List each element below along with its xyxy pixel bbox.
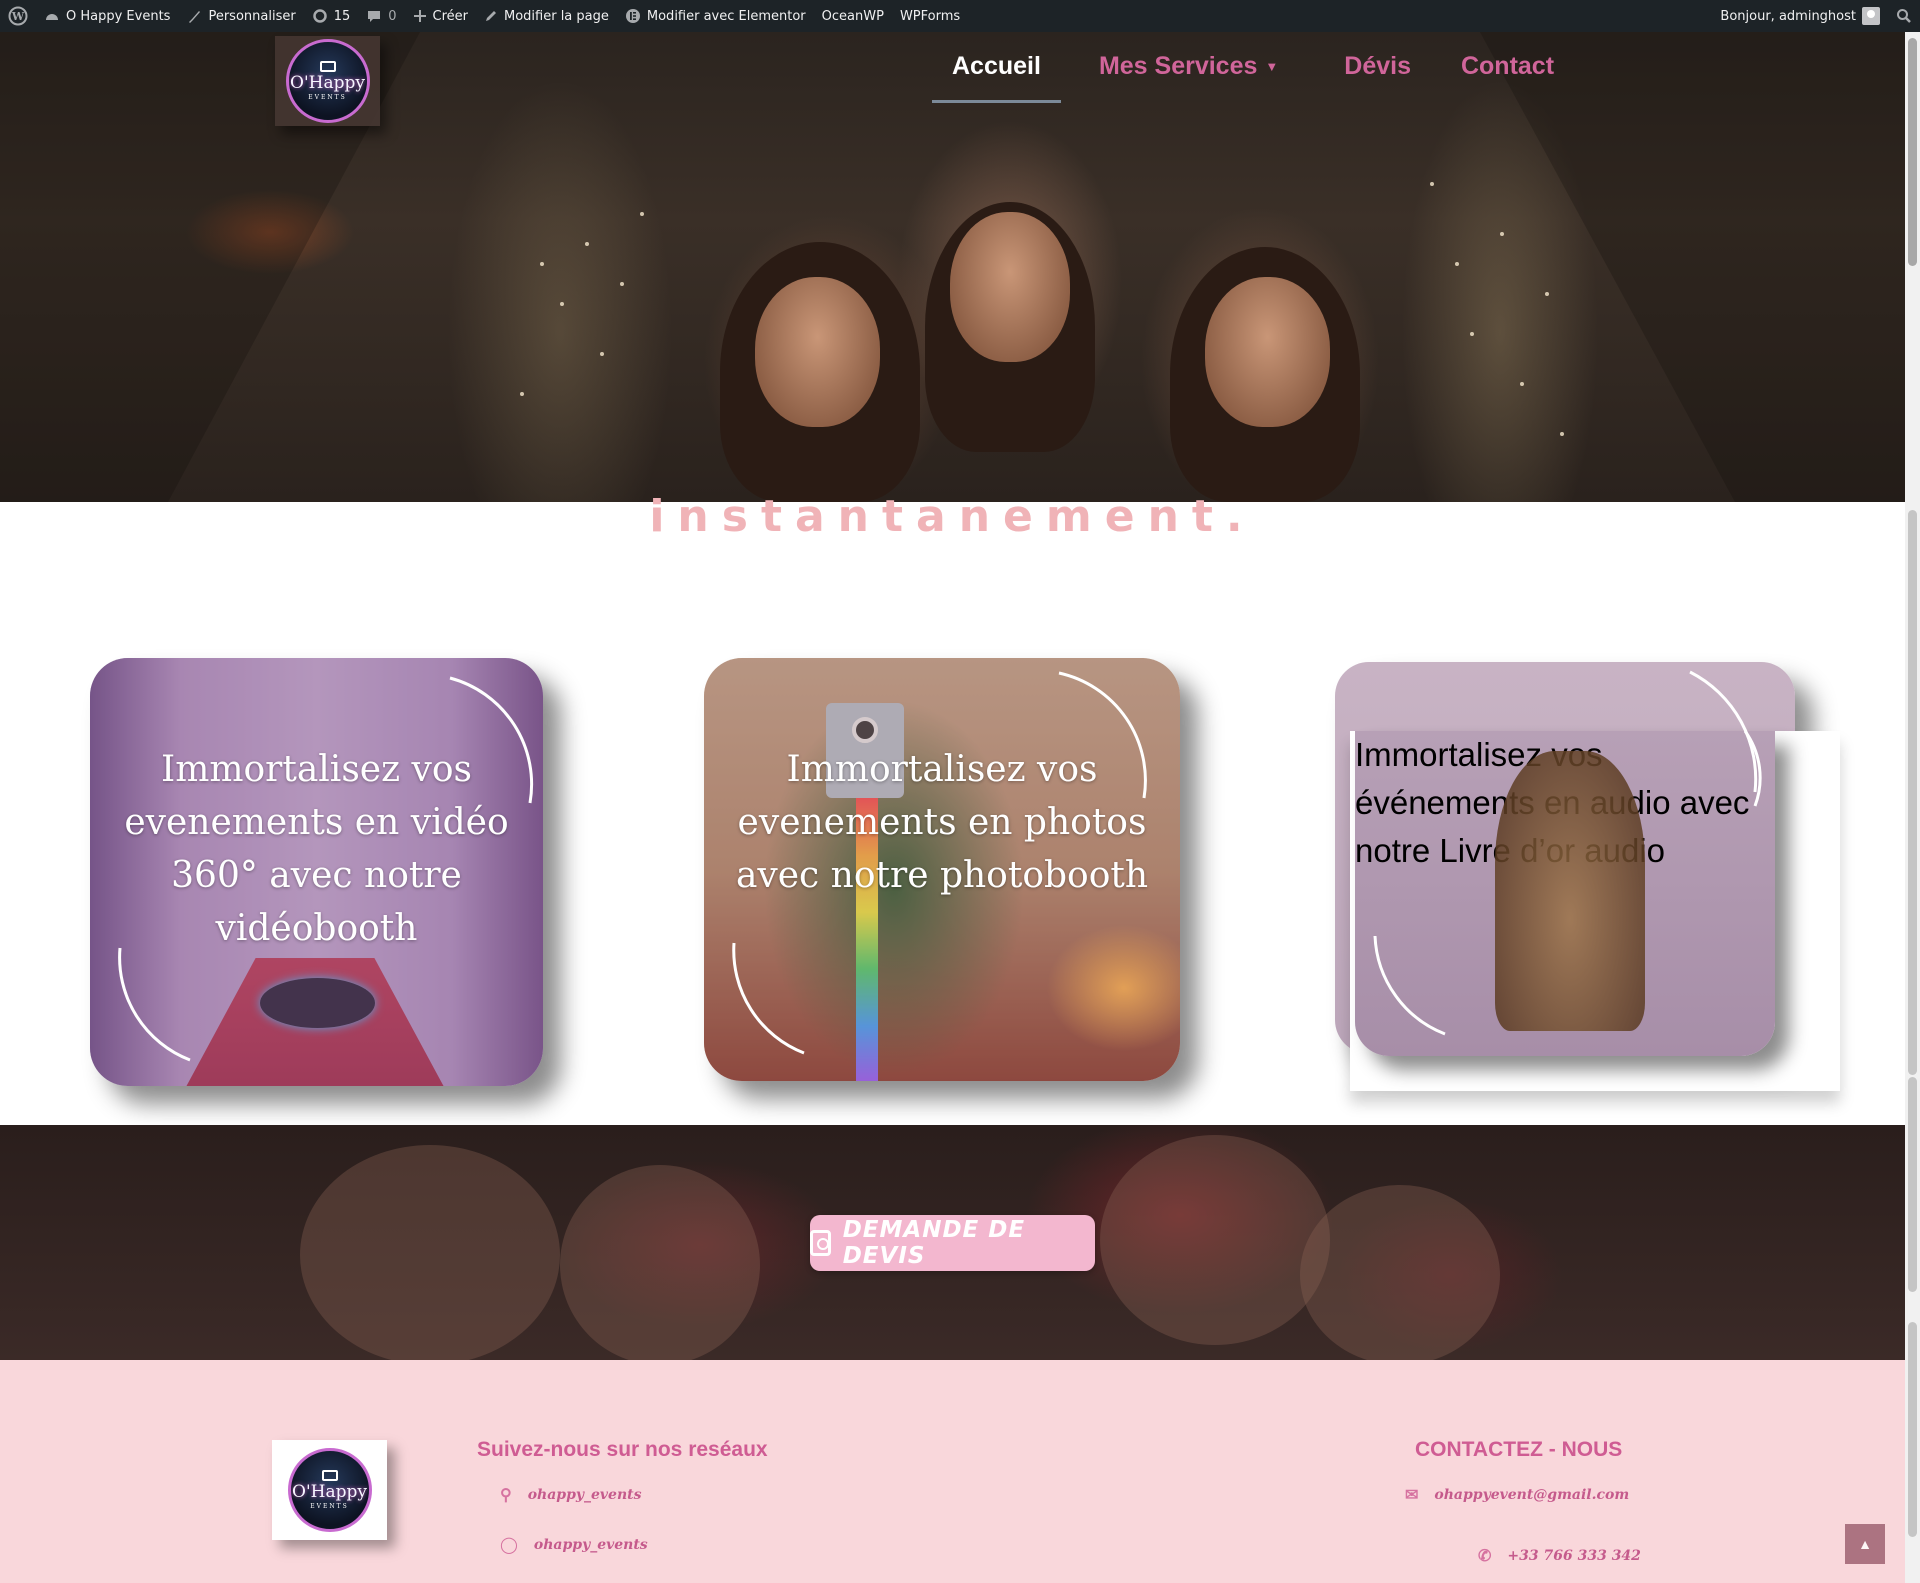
svg-text:W: W [11, 10, 25, 23]
envelope-icon: ✉ [1405, 1485, 1419, 1504]
logo-name: O'Happy [292, 1482, 367, 1502]
edit-page-label: Modifier la page [504, 8, 609, 24]
edit-page-link[interactable]: Modifier la page [476, 0, 617, 32]
camera-icon [319, 61, 336, 72]
snapchat-handle: ohappy_events [527, 1486, 642, 1503]
card-text: Immortalisez vos evenements en vidéo 360… [124, 749, 509, 949]
site-name-link[interactable]: O Happy Events [36, 0, 178, 32]
decorative-arcs [1373, 731, 1762, 1036]
service-card-photobooth[interactable]: Immortalisez vos evenements en photos av… [704, 658, 1180, 1081]
wpforms-label: WPForms [899, 8, 961, 24]
edit-elementor-label: Modifier avec Elementor [646, 8, 806, 24]
page-scrollbar[interactable] [1905, 32, 1920, 1583]
footer-logo[interactable]: O'Happy EVENTS [272, 1440, 387, 1540]
service-card-audio-guestbook[interactable]: Immortalisez vos événements en audio ave… [1355, 731, 1775, 1056]
quote-cta-section: DEMANDE DE DEVIS [0, 1125, 1905, 1360]
phone-link[interactable]: ✆ +33 766 333 342 [1478, 1546, 1641, 1565]
comments-link[interactable]: 0 [358, 0, 404, 32]
quote-request-label: DEMANDE DE DEVIS [842, 1217, 1026, 1269]
avatar [1862, 7, 1880, 25]
new-content-label: Créer [432, 8, 468, 24]
search-icon [1897, 9, 1911, 23]
contact-form-icon [810, 1230, 831, 1256]
nav-item-label: Contact [1460, 51, 1555, 80]
nav-item-label: Dévis [1344, 51, 1411, 80]
my-account-link[interactable]: Bonjour, adminghost [1712, 0, 1888, 32]
service-card-videobooth[interactable]: Immortalisez vos evenements en vidéo 360… [90, 658, 543, 1086]
customize-link[interactable]: Personnaliser [178, 0, 303, 32]
instagram-handle: ohappy_events [533, 1536, 648, 1553]
card-text: Immortalisez vos evenements en photos av… [735, 749, 1149, 896]
logo-tagline: EVENTS [308, 94, 347, 101]
arrow-up-icon: ▲ [1858, 1536, 1872, 1552]
nav-item-devis[interactable]: Dévis [1298, 46, 1431, 86]
chevron-down-icon: ▼ [1265, 58, 1279, 74]
brush-icon [189, 11, 201, 23]
email-link[interactable]: ✉ ohappyevent@gmail.com [1405, 1485, 1629, 1504]
logo-tagline: EVENTS [310, 1503, 349, 1510]
refresh-icon [312, 9, 327, 23]
instagram-icon: ◯ [500, 1535, 518, 1554]
camera-icon [321, 1470, 338, 1481]
plus-icon [413, 10, 426, 22]
nav-item-label: Mes Services [1098, 51, 1258, 80]
new-content-link[interactable]: Créer [405, 0, 476, 32]
logo-name: O'Happy [290, 73, 365, 93]
main-nav: Accueil Mes Services ▼ Dévis Contact [932, 46, 1574, 103]
quote-request-button[interactable]: DEMANDE DE DEVIS [810, 1215, 1095, 1271]
pencil-icon [486, 11, 496, 21]
nav-item-contact[interactable]: Contact [1431, 46, 1574, 86]
elementor-icon [625, 9, 640, 23]
scrollbar-thumb[interactable] [1908, 38, 1917, 266]
comment-icon [368, 11, 381, 22]
greeting-label: Bonjour, adminghost [1720, 8, 1856, 24]
edit-elementor-link[interactable]: Modifier avec Elementor [617, 0, 814, 32]
phone-text: +33 766 333 342 [1507, 1547, 1641, 1564]
site-logo[interactable]: O'Happy EVENTS [275, 36, 380, 126]
updates-link[interactable]: 15 [304, 0, 359, 32]
admin-search-button[interactable] [1888, 0, 1920, 32]
wordpress-logo-icon[interactable]: W [0, 0, 36, 32]
scroll-to-top-button[interactable]: ▲ [1845, 1524, 1885, 1564]
updates-count: 15 [333, 8, 351, 24]
nav-item-label: Accueil [952, 51, 1041, 80]
oceanwp-link[interactable]: OceanWP [814, 0, 892, 32]
nav-item-mes-services[interactable]: Mes Services ▼ [1061, 46, 1298, 86]
dashboard-icon [46, 14, 58, 20]
snapchat-icon: ⚲ [500, 1485, 512, 1504]
wpforms-link[interactable]: WPForms [892, 0, 968, 32]
contact-title: CONTACTEZ - NOUS [1415, 1438, 1623, 1461]
site-name-label: O Happy Events [66, 8, 171, 24]
snapchat-link[interactable]: ⚲ ohappy_events [500, 1485, 642, 1504]
nav-item-accueil[interactable]: Accueil [932, 46, 1061, 103]
social-title: Suivez-nous sur nos reséaux [477, 1438, 768, 1461]
email-text: ohappyevent@gmail.com [1434, 1486, 1630, 1503]
site-footer: O'Happy EVENTS Suivez-nous sur nos reséa… [0, 1360, 1905, 1583]
customize-label: Personnaliser [208, 8, 296, 24]
comments-count: 0 [388, 8, 397, 24]
oceanwp-label: OceanWP [821, 8, 884, 24]
instagram-link[interactable]: ◯ ohappy_events [500, 1535, 648, 1554]
admin-bar: W O Happy Events Personnaliser 15 0 Crée… [0, 0, 1920, 32]
phone-icon: ✆ [1478, 1546, 1492, 1565]
animated-tagline: instantanement. [649, 491, 1256, 542]
